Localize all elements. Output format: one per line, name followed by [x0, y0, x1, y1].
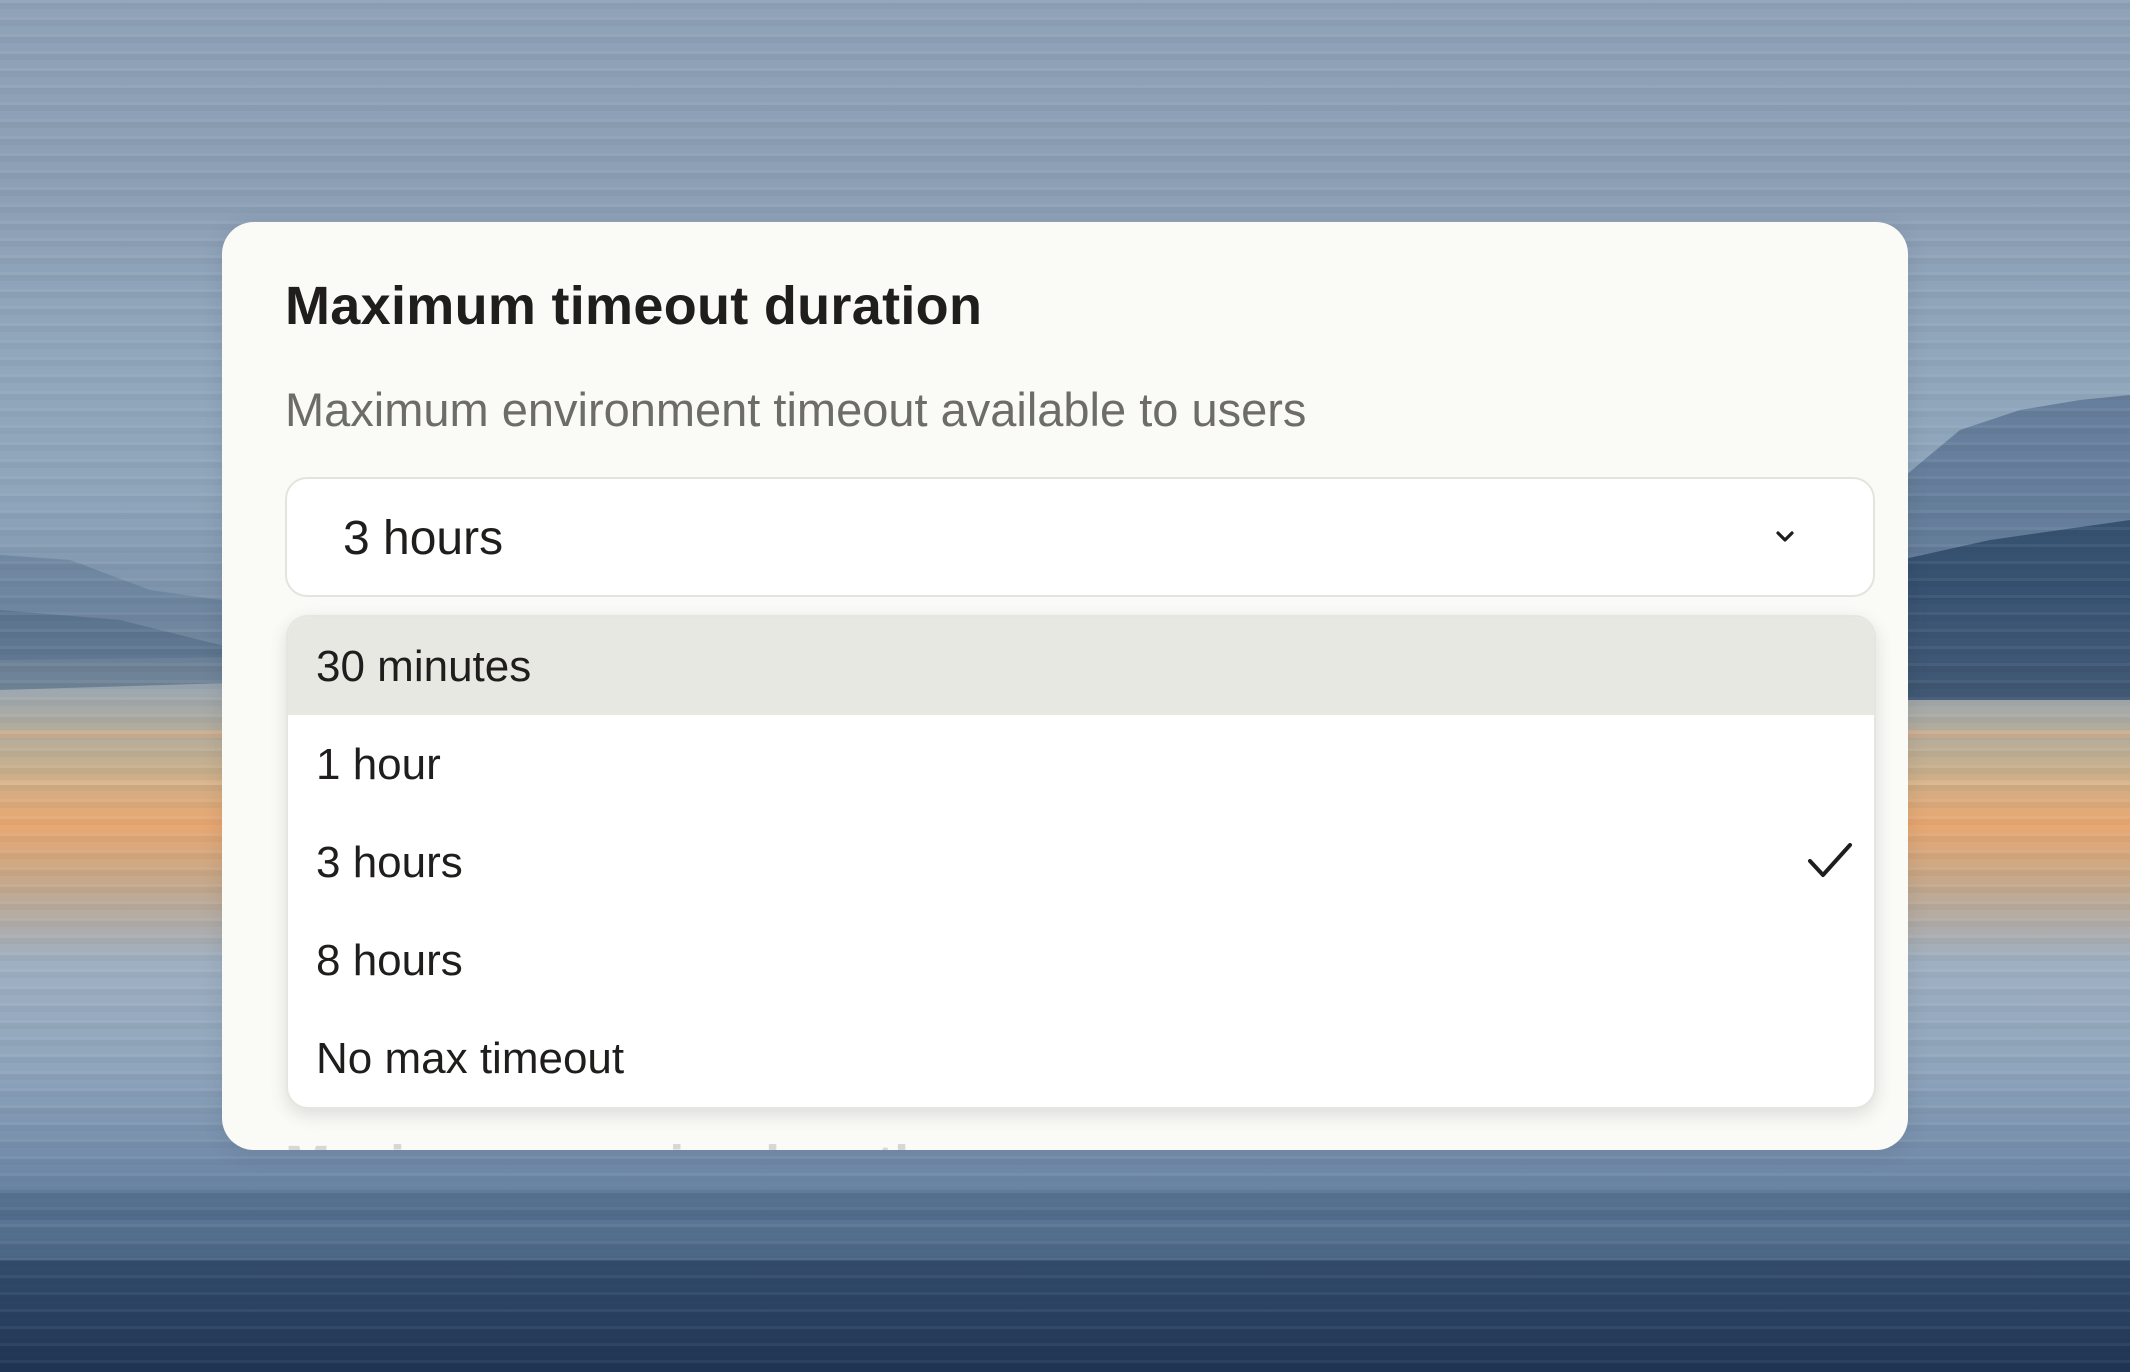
dropdown-option-8-hours[interactable]: 8 hours	[288, 911, 1874, 1009]
option-label: 1 hour	[316, 740, 441, 789]
chevron-down-icon	[1776, 531, 1794, 542]
setting-title: Maximum timeout duration	[285, 276, 983, 336]
dropdown-option-30-minutes[interactable]: 30 minutes	[288, 617, 1874, 715]
option-label: 3 hours	[316, 838, 463, 887]
dropdown-option-1-hour[interactable]: 1 hour	[288, 715, 1874, 813]
option-label: 30 minutes	[316, 642, 532, 691]
option-label: 8 hours	[316, 936, 463, 985]
setting-description: Maximum environment timeout available to…	[285, 383, 1307, 436]
next-setting-heading: Maximum session length	[285, 1134, 927, 1150]
checkmark-icon	[1808, 843, 1852, 877]
timeout-select[interactable]: 3 hours	[285, 477, 1875, 597]
option-label: No max timeout	[316, 1034, 625, 1083]
select-value: 3 hours	[343, 512, 504, 565]
dropdown-option-3-hours[interactable]: 3 hours	[288, 813, 1874, 911]
timeout-dropdown-menu: 30 minutes 1 hour 3 hours 8 hours No max…	[286, 615, 1876, 1109]
dropdown-option-no-max-timeout[interactable]: No max timeout	[288, 1009, 1874, 1107]
